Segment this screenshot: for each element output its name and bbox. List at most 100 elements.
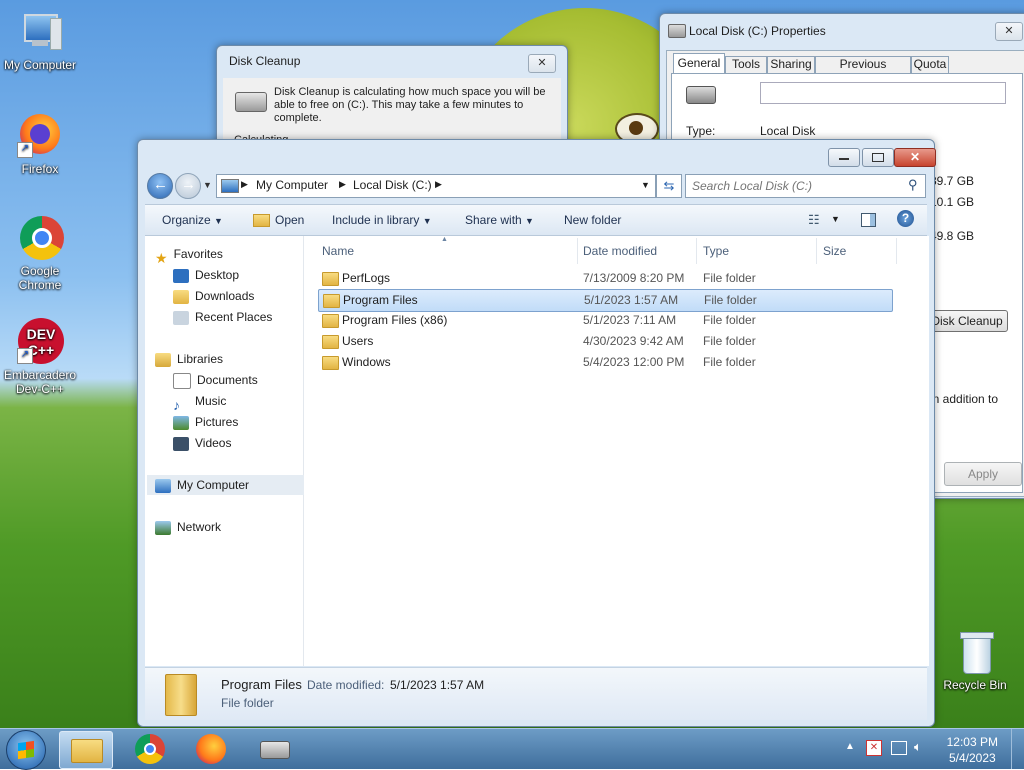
file-row[interactable]: Program Files 5/1/2023 1:57 AM File folder (318, 289, 893, 312)
views-chevron-down-icon[interactable]: ▼ (831, 214, 840, 224)
recent-pages-chevron-icon[interactable]: ▼ (203, 180, 212, 190)
tab-tools[interactable]: Tools (725, 56, 767, 74)
forward-button[interactable]: → (175, 173, 201, 199)
file-list: Name ▲ Date modified Type Size PerfLogs 7… (304, 236, 929, 666)
downloads-icon (173, 289, 189, 304)
disk-cleanup-icon (235, 92, 267, 112)
tab-sharing[interactable]: Sharing (767, 56, 815, 74)
disk-cleanup-title: Disk Cleanup (229, 54, 301, 68)
file-row[interactable]: Program Files (x86) 5/1/2023 7:11 AM File … (318, 310, 891, 331)
nav-favorites[interactable]: ★ Favorites (155, 244, 223, 266)
taskbar-chrome-button[interactable] (125, 731, 177, 767)
details-date-value: 5/1/2023 1:57 AM (390, 678, 485, 692)
address-dropdown-icon[interactable]: ▼ (641, 180, 650, 190)
minimize-button[interactable] (828, 148, 860, 167)
network-tray-icon[interactable] (891, 741, 907, 755)
file-date: 4/30/2023 9:42 AM (583, 334, 684, 348)
breadcrumb-separator-icon: ▶ (435, 179, 442, 189)
nav-desktop[interactable]: Desktop (173, 265, 239, 285)
file-row[interactable]: Users 4/30/2023 9:42 AM File folder (318, 331, 891, 352)
desktop-icon-my-computer[interactable]: My Computer (0, 8, 80, 72)
nav-my-computer[interactable]: My Computer (147, 475, 305, 495)
taskbar: ▲ ✕ 🔈︎ 12:03 PM 5/4/2023 (0, 728, 1024, 770)
disk-cleanup-button[interactable]: Disk Cleanup (926, 310, 1008, 332)
nav-network[interactable]: Network (155, 517, 221, 537)
share-with-button[interactable]: Share with ▼ (465, 213, 534, 227)
volume-label-field[interactable] (760, 82, 1006, 104)
search-box[interactable]: ⚲ (685, 174, 926, 198)
breadcrumb-my-computer[interactable]: My Computer (256, 178, 328, 192)
chevron-down-icon: ▼ (214, 216, 223, 226)
pictures-icon (173, 415, 189, 430)
desktop-icon-firefox[interactable]: ↗ Firefox (0, 112, 80, 176)
details-date-label: Date modified: (307, 678, 385, 692)
help-icon[interactable]: ? (897, 210, 914, 227)
file-row[interactable]: Windows 5/4/2023 12:00 PM File folder (318, 352, 891, 373)
apply-button[interactable]: Apply (944, 462, 1022, 486)
desktop-icon-recycle-bin[interactable]: Recycle Bin (935, 630, 1015, 692)
forward-arrow-icon: → (181, 176, 196, 193)
firefox-icon (196, 734, 226, 764)
nav-documents[interactable]: Documents (173, 370, 258, 390)
show-hidden-icons-icon[interactable]: ▲ (845, 741, 855, 752)
open-button[interactable]: Open (253, 213, 304, 228)
close-button[interactable]: ✕ (894, 148, 936, 167)
navigation-pane: ★ Favorites Desktop Downloads Recent Plac… (145, 236, 305, 666)
search-icon[interactable]: ⚲ (908, 177, 918, 193)
column-header-date[interactable]: Date modified (583, 244, 657, 258)
back-button[interactable]: ← (147, 173, 173, 199)
nav-downloads[interactable]: Downloads (173, 286, 254, 306)
volume-icon[interactable]: 🔈︎ (914, 739, 922, 755)
sort-indicator-icon: ▲ (441, 236, 448, 243)
refresh-button[interactable]: ⇆ (656, 174, 682, 198)
column-header-type[interactable]: Type (703, 244, 729, 258)
disk-cleanup-close-button[interactable]: ✕ (528, 54, 556, 73)
tab-quota[interactable]: Quota (911, 56, 949, 74)
column-header-name[interactable]: Name (322, 244, 354, 258)
documents-icon (173, 372, 191, 389)
tab-general[interactable]: General (673, 53, 725, 74)
search-input[interactable] (690, 177, 904, 195)
file-row[interactable]: PerfLogs 7/13/2009 8:20 PM File folder (318, 268, 891, 289)
explorer-icon (71, 739, 103, 763)
folder-icon (322, 314, 339, 328)
taskbar-explorer-button[interactable] (59, 731, 113, 769)
tab-previous-versions[interactable]: Previous Versions (815, 56, 911, 86)
nav-libraries[interactable]: Libraries (155, 349, 223, 369)
nav-pictures[interactable]: Pictures (173, 412, 238, 432)
show-desktop-button[interactable] (1011, 729, 1024, 769)
views-icon[interactable]: ☷ (808, 212, 820, 228)
nav-music[interactable]: ♪ Music (173, 391, 226, 413)
organize-button[interactable]: Organize ▼ (162, 213, 223, 227)
desktop-icon-label: Google Chrome (18, 264, 62, 292)
action-center-icon[interactable]: ✕ (866, 740, 882, 756)
file-name: Program Files (x86) (342, 313, 448, 327)
recent-places-icon (173, 310, 189, 325)
nav-recent-places[interactable]: Recent Places (173, 307, 272, 327)
new-folder-button[interactable]: New folder (564, 213, 621, 227)
taskbar-firefox-button[interactable] (186, 731, 238, 767)
breadcrumb-separator-icon: ▶ (241, 179, 248, 189)
computer-icon (16, 8, 64, 56)
properties-close-button[interactable]: ✕ (995, 22, 1023, 41)
desktop-icon-devcpp[interactable]: DEV C++ ↗ Embarcadero Dev-C++ (0, 318, 80, 396)
preview-pane-icon[interactable] (861, 213, 876, 227)
column-header-size[interactable]: Size (823, 244, 846, 258)
windows-logo-icon (18, 740, 34, 760)
disk-cleanup-icon (260, 741, 290, 759)
start-button[interactable] (6, 730, 46, 770)
taskbar-disk-cleanup-button[interactable] (248, 731, 300, 767)
refresh-icon: ⇆ (663, 178, 675, 193)
breadcrumb-local-disk[interactable]: Local Disk (C:) (353, 178, 432, 192)
taskbar-clock[interactable]: 12:03 PM 5/4/2023 (947, 734, 998, 766)
maximize-button[interactable] (862, 148, 894, 167)
desktop-icon-chrome[interactable]: Google Chrome (0, 214, 80, 292)
include-in-library-button[interactable]: Include in library ▼ (332, 213, 432, 227)
explorer-window: ✕ ← → ▼ ▶ My Computer ▶ Local Disk (C:) … (137, 139, 936, 727)
file-date: 7/13/2009 8:20 PM (583, 271, 685, 285)
address-bar[interactable]: ▶ My Computer ▶ Local Disk (C:) ▶ ▼ (216, 174, 656, 198)
star-icon: ★ (155, 249, 168, 266)
folder-icon (323, 294, 340, 308)
nav-videos[interactable]: Videos (173, 433, 231, 453)
libraries-icon (155, 352, 171, 367)
